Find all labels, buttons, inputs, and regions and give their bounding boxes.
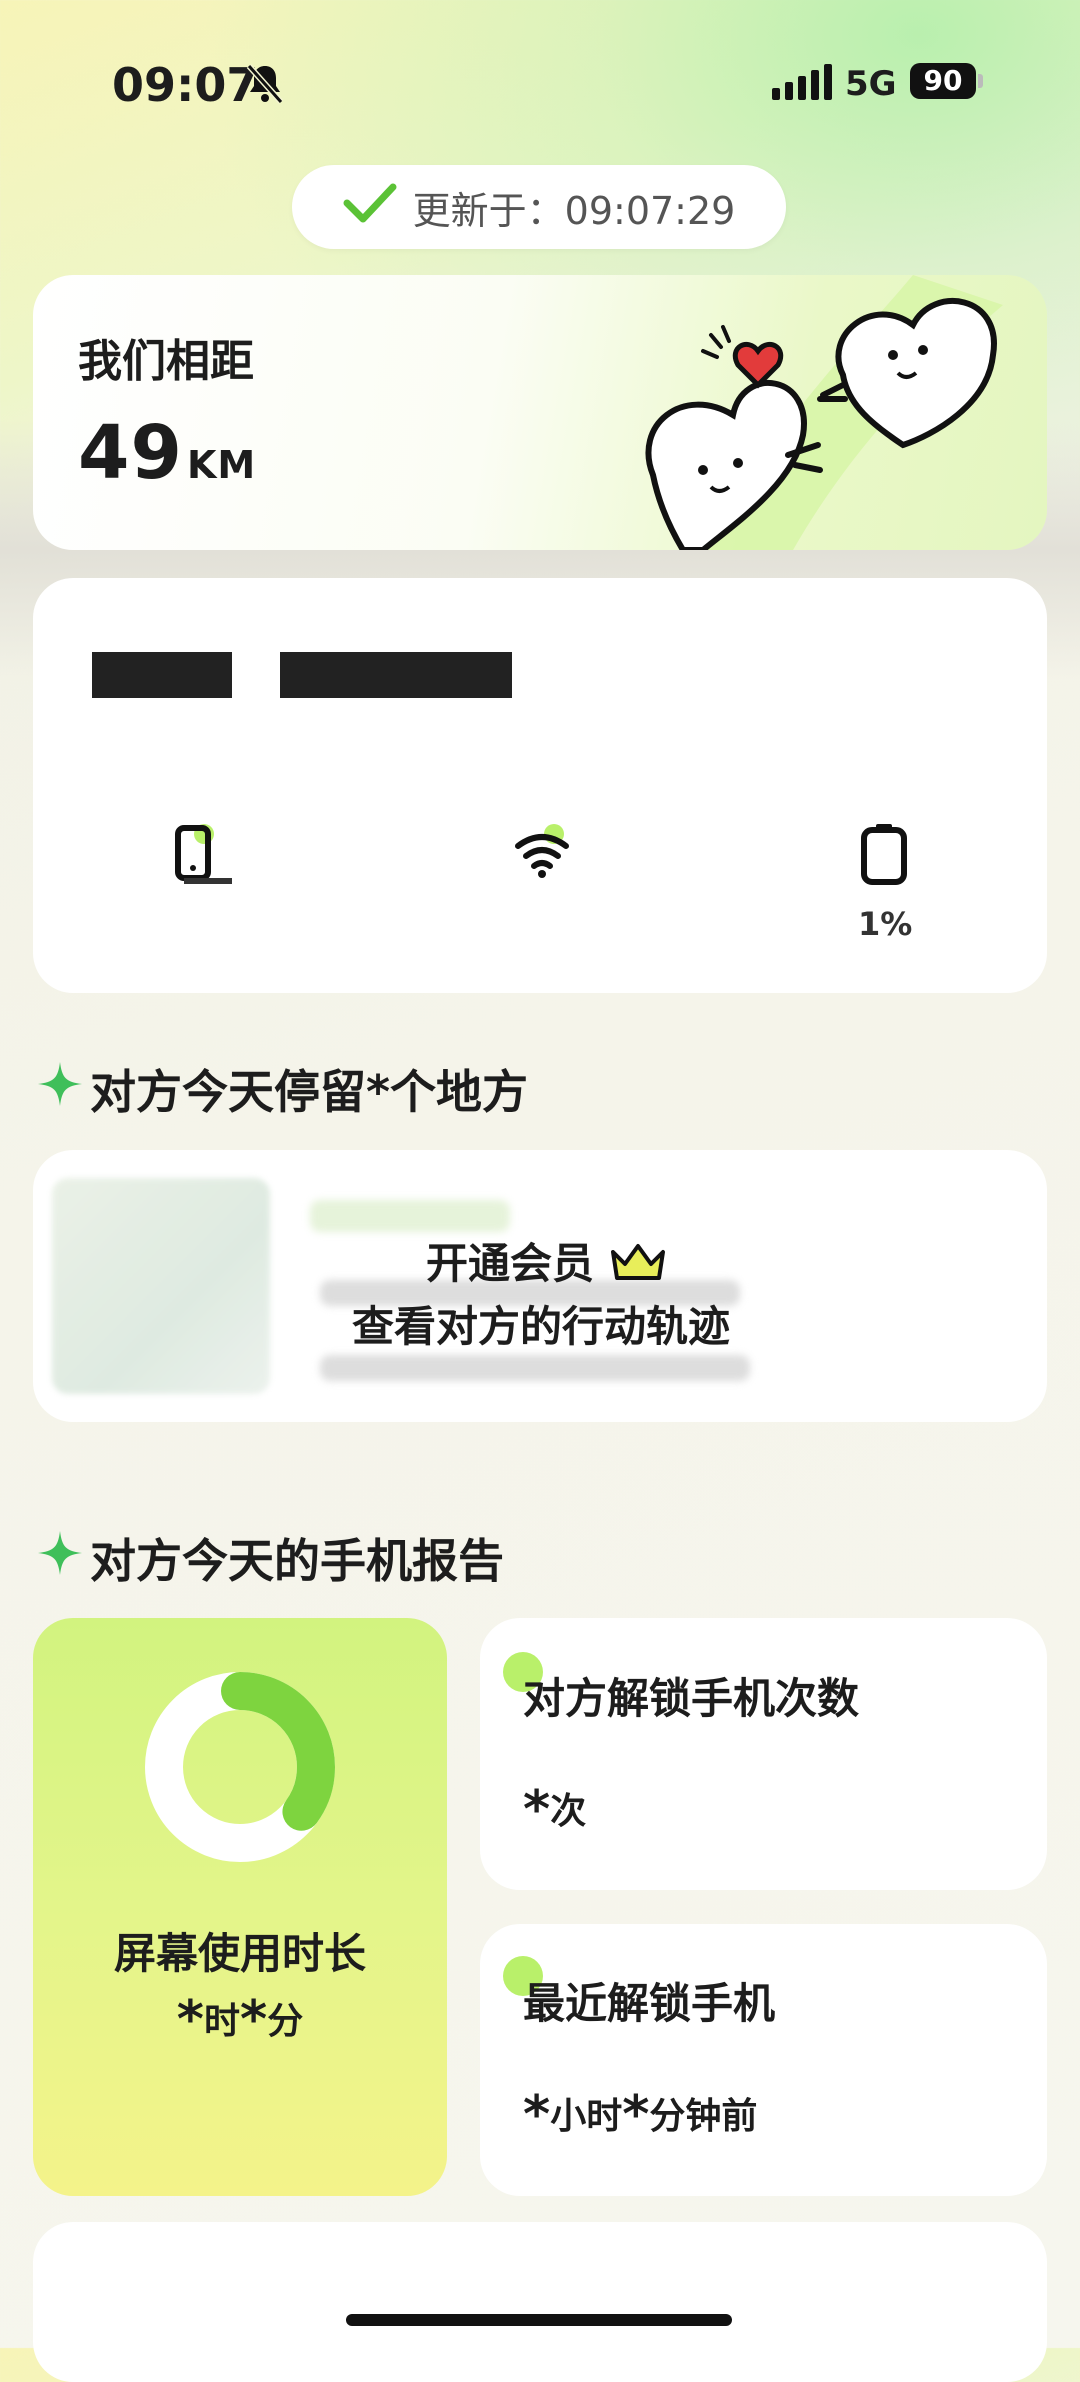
battery-level-icon xyxy=(856,822,912,890)
home-indicator[interactable] xyxy=(346,2314,732,2326)
distance-value: 49 KM xyxy=(78,410,256,496)
last-unlock-label: 最近解锁手机 xyxy=(523,1979,776,2028)
redacted-info xyxy=(280,652,512,698)
partner-battery-percent: 1% xyxy=(858,905,913,943)
unlock-count-value: *次 xyxy=(523,1780,587,1840)
last-unlock-card[interactable] xyxy=(480,1924,1047,2196)
report-title: 对方今天的手机报告 xyxy=(90,1534,504,1588)
redacted-name xyxy=(92,652,232,698)
vip-prompt-line1[interactable]: 开通会员 xyxy=(426,1230,667,1291)
battery-icon: 90 xyxy=(910,63,976,99)
wifi-icon xyxy=(510,822,574,890)
network-type: 5G xyxy=(845,64,897,104)
update-time: 09:07:29 xyxy=(564,188,736,233)
crown-icon xyxy=(609,1239,667,1288)
status-time: 09:07 xyxy=(112,58,259,112)
phone-icon xyxy=(170,822,234,890)
screen-time-ring xyxy=(145,1672,335,1862)
places-heading: 对方今天停留*个地方 xyxy=(38,1056,528,1122)
vip-prompt-text: 开通会员 xyxy=(426,1239,595,1288)
distance-label: 我们相距 xyxy=(78,336,254,387)
vip-prompt-line2: 查看对方的行动轨迹 xyxy=(352,1302,731,1351)
signal-icon xyxy=(772,64,832,100)
update-prefix: 更新于： xyxy=(412,188,565,233)
sparkle-icon xyxy=(38,1061,82,1117)
next-card-peek xyxy=(33,2222,1047,2382)
report-heading: 对方今天的手机报告 xyxy=(38,1525,504,1591)
unlock-count-card[interactable] xyxy=(480,1618,1047,1890)
check-icon xyxy=(343,181,397,234)
update-status-pill[interactable]: 更新于：09:07:29 xyxy=(292,165,786,249)
places-title: 对方今天停留*个地方 xyxy=(90,1065,529,1119)
screen-time-value: *时*分 xyxy=(176,1990,304,2050)
sparkle-icon xyxy=(38,1530,82,1586)
last-unlock-value: *小时*分钟前 xyxy=(523,2085,758,2145)
blurred-text xyxy=(320,1355,750,1381)
hearts-illustration xyxy=(645,275,1003,550)
unlock-count-label: 对方解锁手机次数 xyxy=(523,1674,860,1723)
battery-tip xyxy=(978,74,983,88)
distance-number: 49 xyxy=(78,410,183,496)
screen-time-label: 屏幕使用时长 xyxy=(113,1929,366,1978)
blurred-text xyxy=(310,1200,510,1232)
blurred-map-thumbnail xyxy=(52,1178,270,1394)
muted-bell-icon xyxy=(245,62,285,110)
distance-unit: KM xyxy=(186,443,257,487)
